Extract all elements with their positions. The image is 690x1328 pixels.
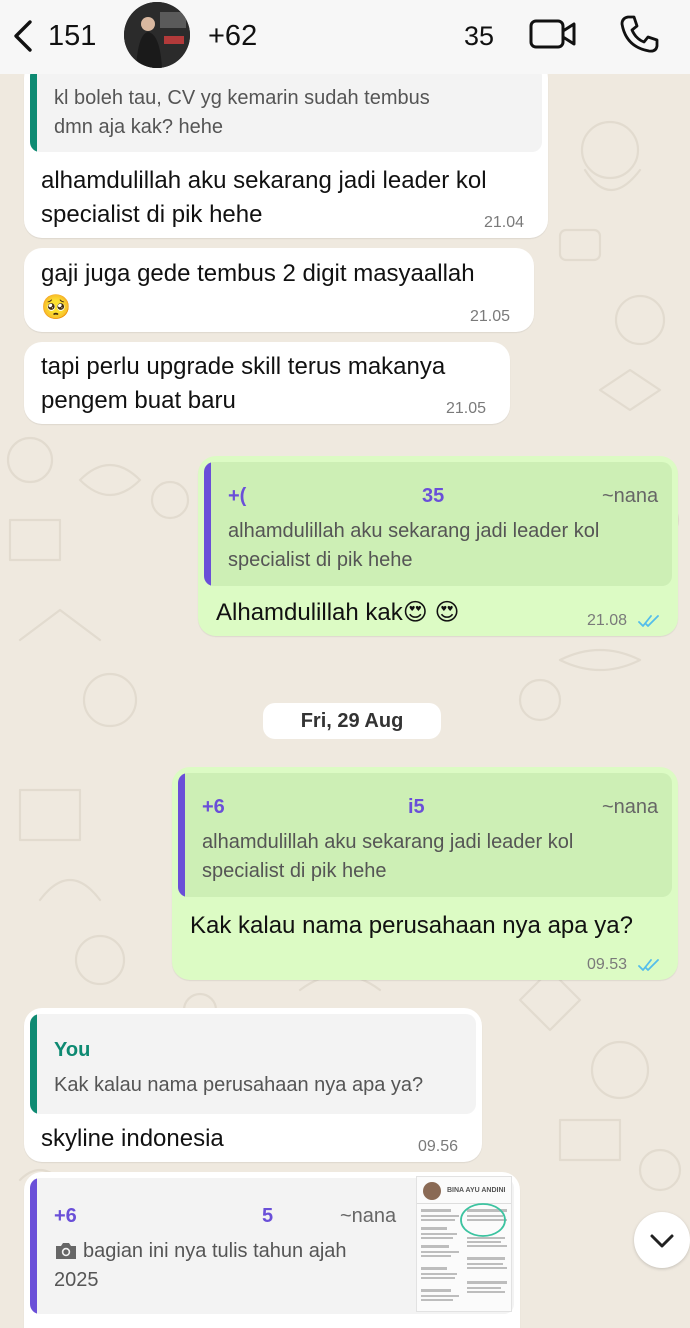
unread-count[interactable]: 151 — [48, 18, 96, 54]
message-text: Kak kalau nama perusahaan nya apa ya? — [190, 912, 633, 939]
quoted-text: bagian ini nya tulis tahun ajah — [83, 1240, 347, 1262]
quoted-sender: You — [54, 1039, 91, 1061]
avatar[interactable] — [124, 2, 190, 68]
message-text: pengem buat baru — [41, 387, 236, 414]
quoted-text: kl boleh tau, CV yg kemarin sudah tembus — [54, 87, 430, 109]
quoted-text: specialist di pik hehe — [228, 549, 413, 571]
quoted-message[interactable]: +( 35 ~nana alhamdulillah aku sekarang j… — [204, 462, 672, 586]
quoted-message[interactable]: +6 i5 ~nana alhamdulillah aku sekarang j… — [178, 773, 672, 897]
quoted-sender: +6 — [202, 796, 225, 818]
message-text: alhamdulillah aku sekarang jadi leader k… — [41, 167, 487, 194]
message-time: 21.04 — [484, 214, 525, 231]
quoted-text: alhamdulillah aku sekarang jadi leader k… — [228, 520, 600, 542]
date-separator: Fri, 29 Aug — [263, 703, 441, 739]
quoted-text: Kak kalau nama perusahaan nya apa ya? — [54, 1074, 424, 1096]
camera-icon — [56, 1243, 76, 1259]
quoted-sender: +( — [228, 485, 247, 507]
message-text: specialist di pik hehe — [41, 201, 263, 228]
message-time: 09.53 — [587, 956, 628, 973]
message-time: 21.08 — [587, 612, 628, 629]
phone-icon[interactable] — [618, 13, 660, 55]
message-time: 09.56 — [418, 1138, 459, 1155]
message-bubble[interactable]: tapi perlu upgrade skill terus makanya p… — [24, 342, 510, 424]
quoted-sender: +6 — [54, 1205, 77, 1227]
quoted-text: dmn aja kak? hehe — [54, 116, 224, 138]
message-bubble[interactable]: You Kak kalau nama perusahaan nya apa ya… — [24, 1008, 482, 1162]
quoted-text: specialist di pik hehe — [202, 860, 387, 882]
quoted-sender-tail: 35 — [422, 485, 445, 507]
double-check-icon — [638, 959, 659, 971]
quoted-text: 2025 — [54, 1269, 99, 1291]
message-text: gaji juga gede tembus 2 digit masyaallah — [41, 260, 475, 287]
quoted-alias: ~nana — [340, 1205, 397, 1227]
quoted-sender-tail: i5 — [408, 796, 425, 818]
message-text: Alhamdulillah kak😍 😍 — [216, 599, 460, 626]
quoted-text: alhamdulillah aku sekarang jadi leader k… — [202, 831, 574, 853]
quoted-sender-tail: 5 — [262, 1205, 274, 1227]
message-text: tapi perlu upgrade skill terus makanya — [41, 353, 446, 380]
double-check-icon — [638, 615, 659, 627]
chat-header: 151 +62 35 — [0, 0, 690, 74]
quoted-alias: ~nana — [602, 485, 659, 507]
contact-name[interactable]: +62 — [208, 18, 257, 54]
message-bubble[interactable]: +6 i5 ~nana alhamdulillah aku sekarang j… — [172, 767, 678, 980]
message-bubble[interactable]: kl boleh tau, CV yg kemarin sudah tembus… — [24, 60, 548, 238]
quoted-alias: ~nana — [602, 796, 659, 818]
message-text: skyline indonesia — [41, 1125, 224, 1152]
chevron-left-icon[interactable] — [8, 18, 38, 54]
scroll-to-bottom-button[interactable] — [634, 1212, 690, 1268]
message-bubble[interactable]: +( 35 ~nana alhamdulillah aku sekarang j… — [198, 456, 678, 636]
thumbnail-doc-name: BINA AYU ANDINI — [447, 1187, 506, 1194]
contact-name-tail[interactable]: 35 — [464, 18, 494, 54]
chevron-down-icon — [650, 1234, 674, 1248]
message-bubble[interactable]: gaji juga gede tembus 2 digit masyaallah… — [24, 248, 534, 332]
quoted-message[interactable]: kl boleh tau, CV yg kemarin sudah tembus… — [30, 66, 542, 152]
video-camera-icon[interactable] — [528, 16, 578, 52]
message-text: 🥺 — [41, 294, 71, 321]
message-time: 21.05 — [446, 400, 487, 417]
message-time: 21.05 — [470, 308, 511, 325]
quoted-image-thumbnail[interactable]: BINA AYU ANDINI — [416, 1176, 512, 1312]
quoted-message[interactable]: You Kak kalau nama perusahaan nya apa ya… — [30, 1014, 476, 1114]
